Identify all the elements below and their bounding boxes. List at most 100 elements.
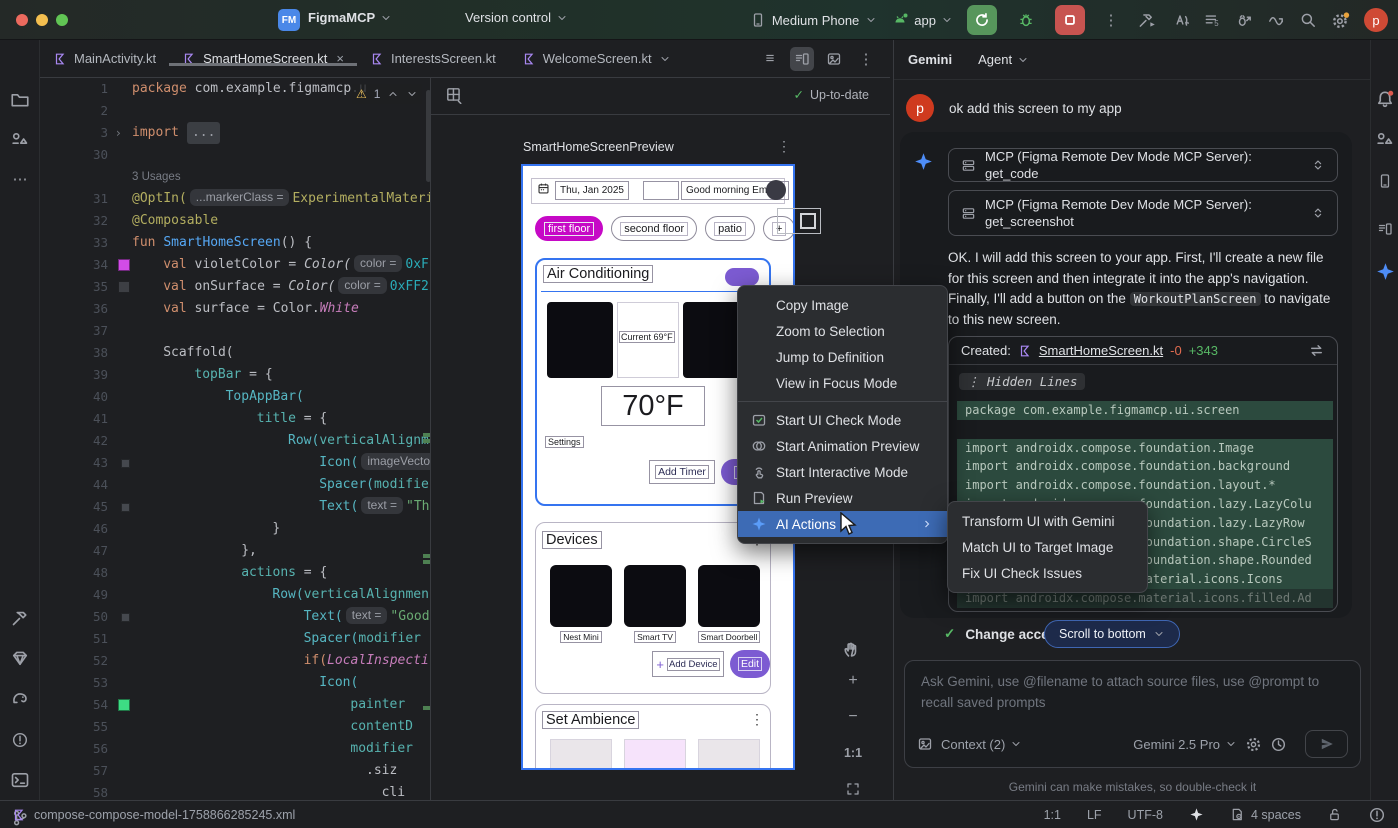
search-icon[interactable] (1299, 11, 1317, 29)
ambience-card[interactable]: Set Ambience ⋮ (535, 704, 771, 768)
user-avatar[interactable]: p (1364, 8, 1388, 32)
code-line[interactable]: 38Scaffold( (40, 342, 430, 364)
code-line[interactable]: 3 Usages (40, 166, 430, 188)
design-view-button[interactable] (822, 47, 846, 71)
code-line[interactable]: 43Icon(imageVector (40, 452, 430, 474)
code-line[interactable]: 3›import... (40, 122, 430, 144)
color-swatch[interactable] (121, 459, 130, 468)
tool-call-card[interactable]: MCP (Figma Remote Dev Mode MCP Server): … (948, 190, 1338, 236)
menu-item-jump-to-definition[interactable]: Jump to Definition (738, 344, 947, 370)
device-tile[interactable] (698, 565, 760, 627)
folded-region[interactable]: ... (187, 122, 220, 144)
device-tile[interactable] (624, 565, 686, 627)
room-chip-second-floor[interactable]: second floor (611, 216, 697, 241)
usages-hint[interactable]: 3 Usages (132, 171, 181, 183)
more-tools-icon[interactable]: ⋯ (8, 167, 32, 191)
code-line[interactable]: 32@Composable (40, 210, 430, 232)
ai-status-icon[interactable] (1189, 807, 1204, 822)
code-line[interactable]: 58cli (40, 782, 430, 800)
gradle-tool-icon[interactable] (8, 686, 32, 710)
add-device-button[interactable]: + Add Device (652, 651, 724, 677)
color-swatch[interactable] (118, 259, 130, 271)
color-swatch[interactable] (118, 699, 130, 711)
next-problem-icon[interactable] (406, 88, 418, 100)
line-ending[interactable]: LF (1087, 808, 1102, 822)
indent-widget[interactable]: 4 spaces (1230, 807, 1301, 822)
tab-gemini[interactable]: Gemini (908, 52, 952, 67)
menu-item-ai-actions[interactable]: AI Actions (738, 511, 947, 537)
code-line[interactable]: 50Text(text ="Good (40, 606, 430, 628)
code-line[interactable]: 49Row(verticalAlignmen (40, 584, 430, 606)
model-selector[interactable]: Gemini 2.5 Pro (1133, 737, 1237, 752)
preview-title[interactable]: SmartHomeScreenPreview (523, 140, 674, 154)
close-tab-icon[interactable]: × (336, 51, 344, 66)
resource-manager-icon[interactable] (8, 127, 32, 151)
code-line[interactable]: 51Spacer(modifier (40, 628, 430, 650)
selection-handle[interactable] (800, 213, 816, 229)
minimize-window-button[interactable] (36, 14, 48, 26)
history-icon[interactable] (1270, 736, 1287, 753)
build-tool-icon[interactable] (8, 606, 32, 630)
run-config-selector[interactable]: app (891, 12, 953, 28)
expand-icon[interactable] (1311, 206, 1325, 220)
ambience-tile[interactable] (624, 739, 686, 768)
rerun-button[interactable] (967, 5, 997, 35)
show-diff-icon[interactable] (1308, 342, 1325, 359)
submenu-item-match-ui-to-target-image[interactable]: Match UI to Target Image (948, 534, 1147, 560)
menu-item-run-preview[interactable]: Run Preview (738, 485, 947, 511)
code-line[interactable]: 57.siz (40, 760, 430, 782)
ambience-tile[interactable] (550, 739, 612, 768)
code-line[interactable]: 42Row(verticalAlignmen (40, 430, 430, 452)
selection-frame[interactable] (777, 208, 821, 234)
prompt-settings-icon[interactable] (1245, 736, 1262, 753)
gemini-tool-icon[interactable] (1374, 260, 1396, 282)
notifications-bell-icon[interactable] (1374, 88, 1396, 110)
zoom-fit-icon[interactable] (840, 776, 866, 800)
code-line[interactable]: 39topBar = { (40, 364, 430, 386)
prompt-input[interactable]: Ask Gemini, use @filename to attach sour… (904, 660, 1361, 768)
profiler-icon[interactable] (1171, 11, 1189, 29)
running-devices-icon[interactable] (1374, 170, 1396, 192)
code-line[interactable]: 40TopAppBar( (40, 386, 430, 408)
readonly-lock-icon[interactable] (1327, 807, 1342, 822)
zoom-level-label[interactable]: 1:1 (840, 740, 866, 766)
prev-problem-icon[interactable] (387, 88, 399, 100)
tab-interestsscreen-kt[interactable]: InterestsScreen.kt (357, 51, 509, 66)
settings-gear-icon[interactable] (1331, 11, 1350, 30)
expand-icon[interactable] (1311, 158, 1325, 172)
scroll-to-bottom-button[interactable]: Scroll to bottom (1044, 620, 1180, 648)
code-editor[interactable]: 1package com.example.figmamcp.u23›import… (40, 78, 430, 800)
ac-settings-label[interactable]: Settings (545, 436, 584, 448)
ac-card[interactable]: Air Conditioning Current 69°F 70°F Setti… (535, 258, 771, 506)
ambience-options-icon[interactable]: ⋮ (750, 711, 764, 728)
stop-button[interactable] (1055, 5, 1085, 35)
terminal-tool-icon[interactable] (8, 768, 32, 792)
todo-list-icon[interactable]: 5 (1203, 11, 1221, 29)
vcs-widget[interactable]: Version control (465, 10, 568, 25)
code-line[interactable]: 33fun SmartHomeScreen() { (40, 232, 430, 254)
problems-tool-icon[interactable] (8, 728, 32, 752)
code-line[interactable]: 34val violetColor = Color(color =0xFEB (40, 254, 430, 276)
tab-options-icon[interactable]: ⋮ (854, 47, 878, 71)
device-manager-icon[interactable] (1374, 128, 1396, 150)
room-chip-first-floor[interactable]: first floor (535, 216, 603, 241)
inspection-widget[interactable]: ⚠1 (352, 84, 422, 104)
devices-card[interactable]: Devices ⋮ Nest MiniSmart TVSmart Doorbel… (535, 522, 771, 694)
tab-welcomescreen-kt[interactable]: WelcomeScreen.kt (509, 51, 684, 66)
code-line[interactable]: 47}, (40, 540, 430, 562)
menu-item-start-animation-preview[interactable]: Start Animation Preview (738, 433, 947, 459)
code-line[interactable]: 46} (40, 518, 430, 540)
tool-call-card[interactable]: MCP (Figma Remote Dev Mode MCP Server): … (948, 148, 1338, 182)
send-button[interactable] (1305, 730, 1348, 758)
attach-image-icon[interactable] (917, 736, 933, 752)
more-actions-button[interactable]: ⋮ (1099, 8, 1123, 32)
file-encoding[interactable]: UTF-8 (1128, 808, 1163, 822)
code-view-button[interactable]: ≡ (758, 47, 782, 71)
context-selector[interactable]: Context (2) (941, 737, 1022, 752)
color-swatch[interactable] (118, 281, 130, 293)
hidden-lines-chip[interactable]: ⋮ Hidden Lines (959, 373, 1085, 390)
edit-devices-button[interactable]: Edit (730, 650, 770, 678)
code-line[interactable]: 48actions = { (40, 562, 430, 584)
tab-smarthomescreen-kt[interactable]: SmartHomeScreen.kt× (169, 51, 357, 66)
preview-layout-icon[interactable] (445, 86, 463, 104)
